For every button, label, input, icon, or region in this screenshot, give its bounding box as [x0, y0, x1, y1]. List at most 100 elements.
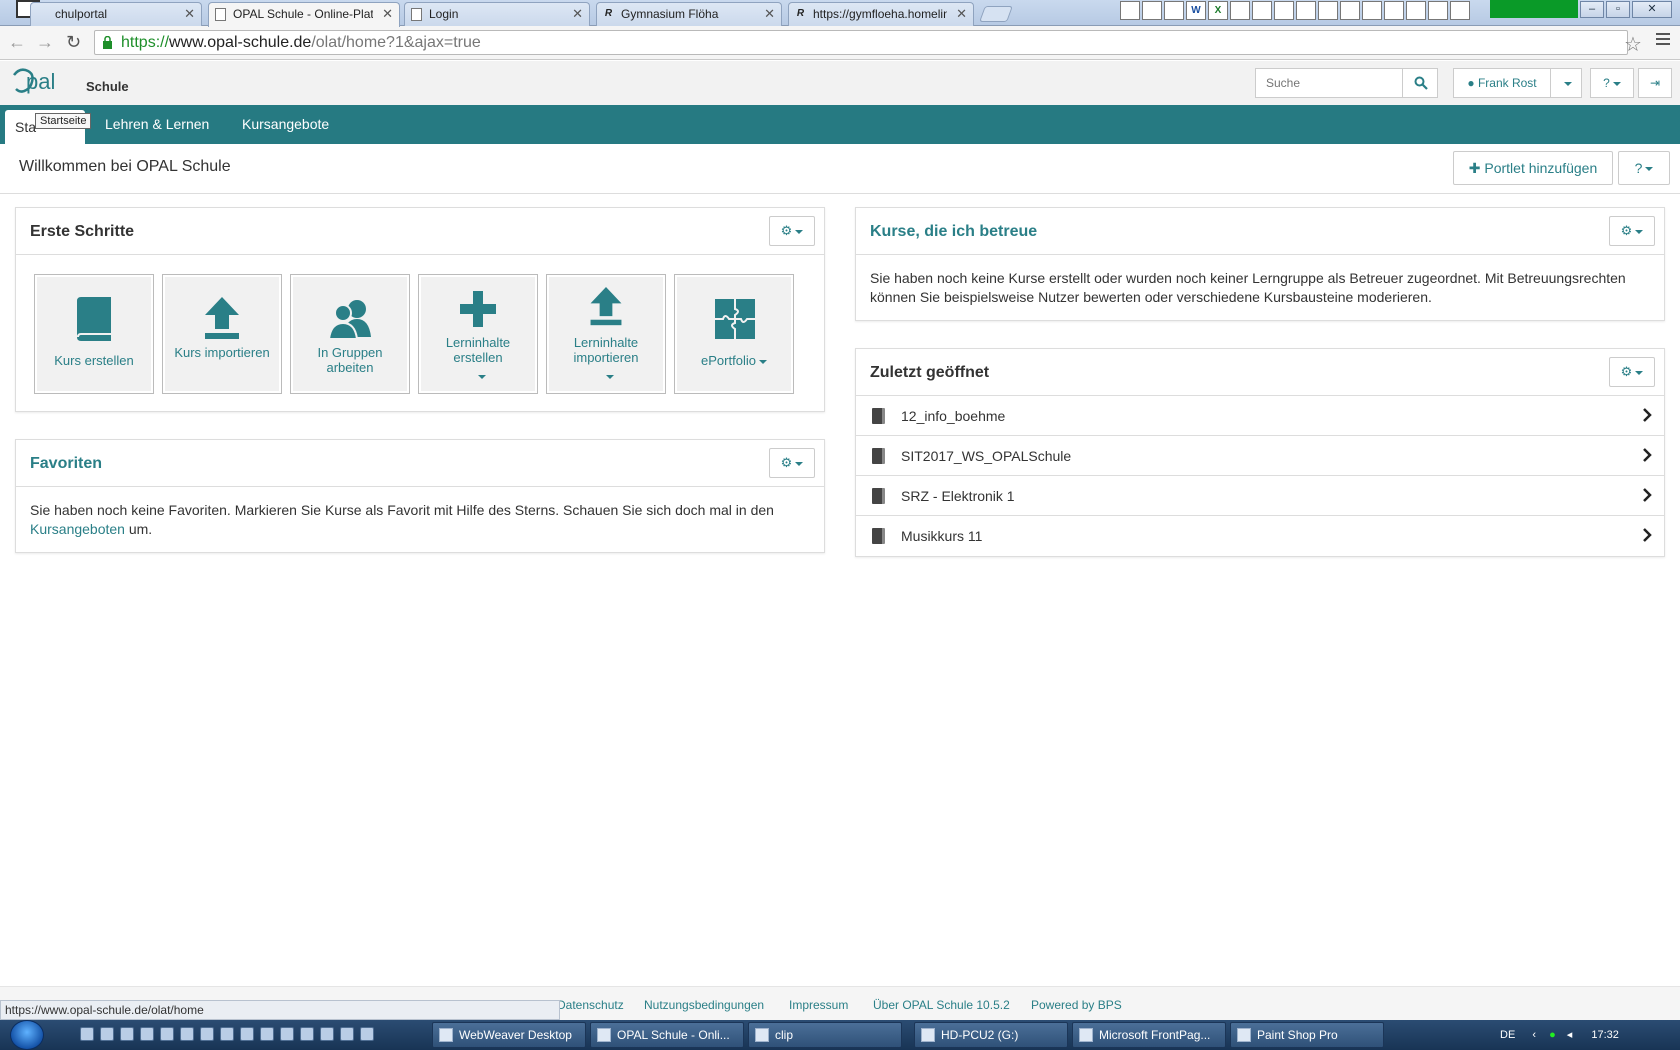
- app-icon[interactable]: [1296, 1, 1316, 20]
- close-icon[interactable]: ✕: [572, 6, 583, 22]
- tile-eportfolio[interactable]: ePortfolio: [674, 274, 794, 394]
- browser-tab[interactable]: chulportal ✕: [30, 2, 202, 26]
- taskbar-button[interactable]: OPAL Schule - Onli...: [590, 1022, 744, 1048]
- app-icon[interactable]: [1252, 1, 1272, 20]
- app-icon[interactable]: [180, 1027, 194, 1041]
- footer-link-impressum[interactable]: Impressum: [789, 998, 848, 1012]
- app-icon[interactable]: [1340, 1, 1360, 20]
- portlet-settings-button[interactable]: ⚙: [769, 216, 815, 246]
- help-button[interactable]: ?: [1590, 68, 1634, 98]
- app-icon[interactable]: [1318, 1, 1338, 20]
- portlet-title[interactable]: Kurse, die ich betreue: [870, 223, 1037, 241]
- kursangebote-link[interactable]: Kursangeboten: [30, 521, 125, 537]
- app-icon[interactable]: [80, 1027, 94, 1041]
- tile-kurs-erstellen[interactable]: Kurs erstellen: [34, 274, 154, 394]
- browser-tab-active[interactable]: OPAL Schule - Online-Plattform ✕: [208, 2, 400, 27]
- browser-tab[interactable]: Login ✕: [404, 2, 590, 26]
- portlet-settings-button[interactable]: ⚙: [1609, 357, 1655, 387]
- search-button[interactable]: [1402, 68, 1438, 98]
- taskbar-button[interactable]: HD-PCU2 (G:): [914, 1022, 1068, 1048]
- opal-logo[interactable]: pal: [8, 65, 84, 103]
- close-icon[interactable]: ✕: [764, 6, 775, 22]
- app-icon[interactable]: [340, 1027, 354, 1041]
- list-item[interactable]: SIT2017_WS_OPALSchule: [856, 436, 1664, 476]
- bookmark-star-icon[interactable]: ☆: [1624, 32, 1642, 57]
- network-icon[interactable]: ●: [1549, 1029, 1556, 1041]
- app-icon[interactable]: [1274, 1, 1294, 20]
- book-icon: [77, 297, 111, 341]
- app-icon[interactable]: [360, 1027, 374, 1041]
- back-icon[interactable]: ←: [8, 32, 26, 53]
- portlet-settings-button[interactable]: ⚙: [1609, 216, 1655, 246]
- app-icon[interactable]: [1362, 1, 1382, 20]
- new-tab-button[interactable]: [979, 6, 1013, 22]
- word-icon[interactable]: W: [1186, 1, 1206, 20]
- reload-icon[interactable]: ↻: [66, 32, 81, 53]
- list-item[interactable]: SRZ - Elektronik 1: [856, 476, 1664, 516]
- tab-lehren-lernen[interactable]: Lehren & Lernen: [105, 105, 209, 144]
- tab-kursangebote[interactable]: Kursangebote: [242, 105, 329, 144]
- portlet-title[interactable]: Favoriten: [30, 455, 102, 473]
- app-icon[interactable]: [1428, 1, 1448, 20]
- app-icon[interactable]: [1450, 1, 1470, 20]
- app-icon[interactable]: [220, 1027, 234, 1041]
- app-icon[interactable]: [280, 1027, 294, 1041]
- footer-link-datenschutz[interactable]: Datenschutz: [557, 998, 624, 1012]
- footer-link-ueber[interactable]: Über OPAL Schule 10.5.2: [873, 998, 1010, 1012]
- app-icon[interactable]: [1406, 1, 1426, 20]
- portlet-erste-schritte: Erste Schritte ⚙ Kurs erstellen Kurs imp…: [15, 207, 825, 412]
- user-menu-dropdown[interactable]: [1550, 68, 1582, 98]
- forward-icon[interactable]: →: [36, 32, 54, 53]
- list-item[interactable]: Musikkurs 11: [856, 516, 1664, 556]
- volume-icon[interactable]: ◂: [1567, 1029, 1573, 1041]
- app-icon[interactable]: [140, 1027, 154, 1041]
- taskbar-button[interactable]: clip: [748, 1022, 902, 1048]
- excel-icon[interactable]: X: [1208, 1, 1228, 20]
- start-button[interactable]: [10, 1020, 44, 1050]
- app-icon[interactable]: [1164, 1, 1184, 20]
- maximize-button[interactable]: ▫: [1606, 1, 1630, 18]
- close-icon[interactable]: ✕: [956, 6, 967, 22]
- close-icon[interactable]: ✕: [382, 6, 393, 22]
- user-button[interactable]: ● Frank Rost: [1453, 68, 1551, 98]
- page-help-button[interactable]: ?: [1618, 151, 1670, 185]
- app-icon[interactable]: [120, 1027, 134, 1041]
- close-window-button[interactable]: ✕: [1632, 1, 1672, 18]
- portlet-settings-button[interactable]: ⚙: [769, 448, 815, 478]
- app-icon[interactable]: [1120, 1, 1140, 20]
- taskbar-button[interactable]: Paint Shop Pro: [1230, 1022, 1384, 1048]
- minimize-button[interactable]: –: [1580, 1, 1604, 18]
- book-icon: [872, 448, 885, 464]
- language-indicator[interactable]: DE: [1500, 1029, 1515, 1041]
- app-icon[interactable]: [1384, 1, 1404, 20]
- list-item[interactable]: 12_info_boehme: [856, 396, 1664, 436]
- tile-lerninhalte-erstellen[interactable]: Lerninhalte erstellen: [418, 274, 538, 394]
- tile-lerninhalte-importieren[interactable]: Lerninhalte importieren: [546, 274, 666, 394]
- taskbar-button[interactable]: WebWeaver Desktop: [432, 1022, 586, 1048]
- app-icon[interactable]: [1230, 1, 1250, 20]
- tile-kurs-importieren[interactable]: Kurs importieren: [162, 274, 282, 394]
- app-icon[interactable]: [200, 1027, 214, 1041]
- portlet-title: Zuletzt geöffnet: [870, 364, 990, 381]
- browser-tab[interactable]: R https://gymfloeha.homelinux ✕: [788, 2, 974, 26]
- app-icon[interactable]: [160, 1027, 174, 1041]
- app-icon[interactable]: [1142, 1, 1162, 20]
- footer-link-powered-by[interactable]: Powered by BPS: [1031, 998, 1122, 1012]
- add-portlet-button[interactable]: ✚ Portlet hinzufügen: [1453, 151, 1613, 185]
- browser-tab[interactable]: R Gymnasium Flöha ✕: [596, 2, 782, 26]
- app-icon[interactable]: [300, 1027, 314, 1041]
- tile-in-gruppen-arbeiten[interactable]: In Gruppen arbeiten: [290, 274, 410, 394]
- app-icon[interactable]: [100, 1027, 114, 1041]
- menu-icon[interactable]: [1656, 33, 1670, 48]
- close-icon[interactable]: ✕: [184, 6, 195, 22]
- search-input[interactable]: [1255, 68, 1403, 98]
- app-icon[interactable]: [260, 1027, 274, 1041]
- clock[interactable]: 17:32: [1591, 1029, 1619, 1041]
- taskbar-button[interactable]: Microsoft FrontPag...: [1072, 1022, 1226, 1048]
- footer-link-nutzungsbedingungen[interactable]: Nutzungsbedingungen: [644, 998, 764, 1012]
- app-icon[interactable]: [240, 1027, 254, 1041]
- address-bar[interactable]: https://www.opal-schule.de/olat/home?1&a…: [94, 30, 1628, 55]
- chevron-left-icon[interactable]: ‹: [1532, 1029, 1536, 1041]
- app-icon[interactable]: [320, 1027, 334, 1041]
- logout-button[interactable]: ⇥: [1638, 68, 1672, 98]
